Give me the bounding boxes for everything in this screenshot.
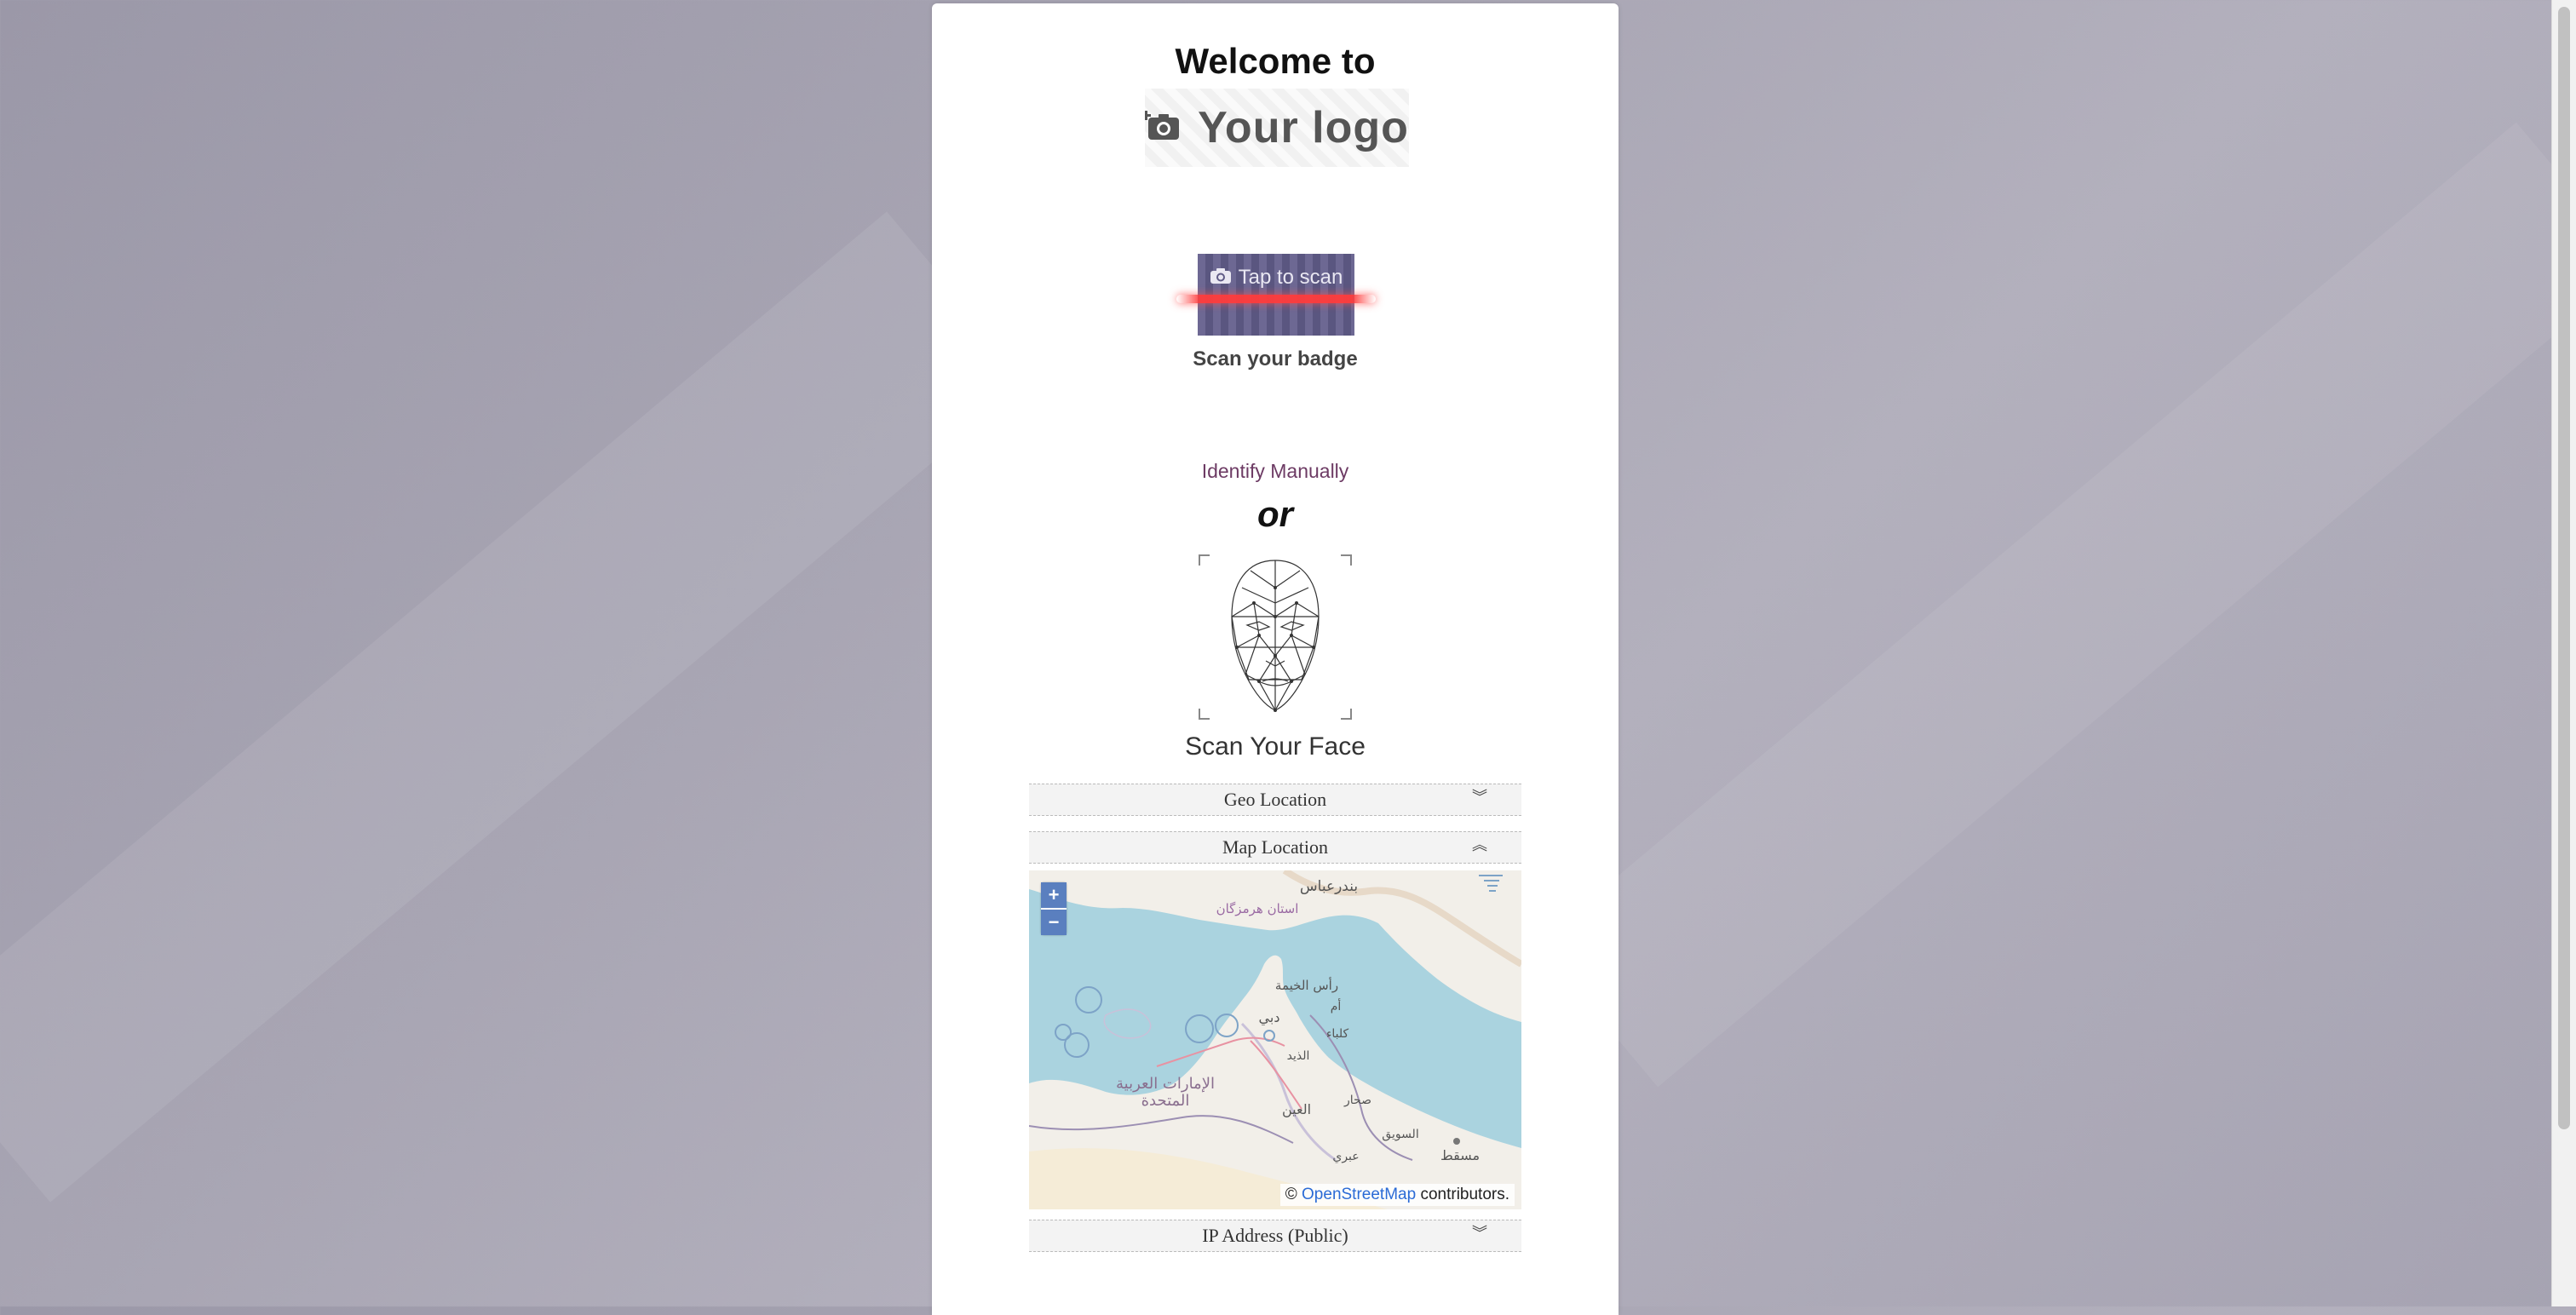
geo-location-panel-toggle[interactable]: Geo Location ︾: [1029, 784, 1521, 816]
zoom-out-button[interactable]: −: [1041, 910, 1067, 935]
map-label-umm: أم: [1331, 998, 1342, 1014]
map-label-kalba: كلباء: [1326, 1027, 1349, 1041]
map-location-title: Map Location: [1222, 836, 1329, 858]
zoom-in-button[interactable]: +: [1041, 882, 1067, 908]
map-label-muscat: مسقط: [1440, 1147, 1480, 1163]
map-label-al-ain: العين: [1282, 1101, 1311, 1118]
map-label-al-dhaid: الذيد: [1287, 1049, 1310, 1063]
map-tiles: بندرعباس استان هرمزگان رأس الخيمة أم دبي…: [1029, 870, 1521, 1209]
map-label-ras-al-khaimah: رأس الخيمة: [1275, 977, 1338, 993]
openstreetmap-link[interactable]: OpenStreetMap: [1302, 1186, 1416, 1203]
scan-laser-line: [1176, 295, 1376, 303]
map-label-al-suwaiq: السويق: [1382, 1128, 1418, 1141]
attribution-suffix: contributors.: [1420, 1186, 1509, 1203]
scrollbar-thumb[interactable]: [2558, 7, 2570, 1129]
scan-face-caption: Scan Your Face: [1185, 732, 1366, 761]
map-label-ibri: عبري: [1332, 1150, 1359, 1163]
map-label-uae: الإمارات العربية: [1116, 1075, 1215, 1093]
double-chevron-down-icon: ︾: [1472, 1225, 1487, 1242]
double-chevron-down-icon: ︾: [1472, 789, 1487, 806]
logo-text: Your logo: [1198, 103, 1409, 152]
map-label-bandar-abbas: بندرعباس: [1300, 878, 1358, 895]
background-band: [1537, 122, 2576, 1088]
company-logo: Your logo: [1141, 89, 1409, 167]
map-location-panel-toggle[interactable]: Map Location ︽: [1029, 831, 1521, 864]
page-scrollbar[interactable]: [2551, 0, 2576, 1306]
face-mesh-icon: [1199, 554, 1352, 720]
scan-badge-caption: Scan your badge: [1193, 347, 1358, 370]
tap-to-scan-label: Tap to scan: [1238, 266, 1343, 289]
attribution-prefix: ©: [1285, 1186, 1297, 1203]
background-band: [0, 211, 1030, 1203]
camera-plus-icon: [1141, 109, 1182, 147]
or-divider: or: [1257, 494, 1293, 534]
map-label-sohar: صحار: [1343, 1094, 1371, 1107]
identify-manually-link[interactable]: Identify Manually: [932, 460, 1619, 483]
map-view[interactable]: بندرعباس استان هرمزگان رأس الخيمة أم دبي…: [1029, 870, 1521, 1209]
welcome-title: Welcome to: [1175, 41, 1376, 81]
map-zoom-controls: + −: [1041, 882, 1067, 935]
ip-address-title: IP Address (Public): [1202, 1225, 1348, 1246]
map-label-uae-2: المتحدة: [1141, 1092, 1190, 1110]
geo-location-title: Geo Location: [1223, 789, 1327, 810]
camera-icon: [1210, 267, 1232, 290]
map-label-hormozgan: استان هرمزگان: [1216, 901, 1299, 916]
face-scan-button[interactable]: [1198, 554, 1353, 721]
map-attribution: © OpenStreetMap contributors.: [1279, 1184, 1515, 1206]
ip-address-panel-toggle[interactable]: IP Address (Public) ︾: [1029, 1220, 1521, 1252]
double-chevron-up-icon: ︽: [1472, 836, 1487, 853]
map-label-dubai: دبي: [1259, 1009, 1280, 1026]
welcome-card: Welcome to Your logo Tap to scan Scan yo…: [932, 3, 1619, 1315]
